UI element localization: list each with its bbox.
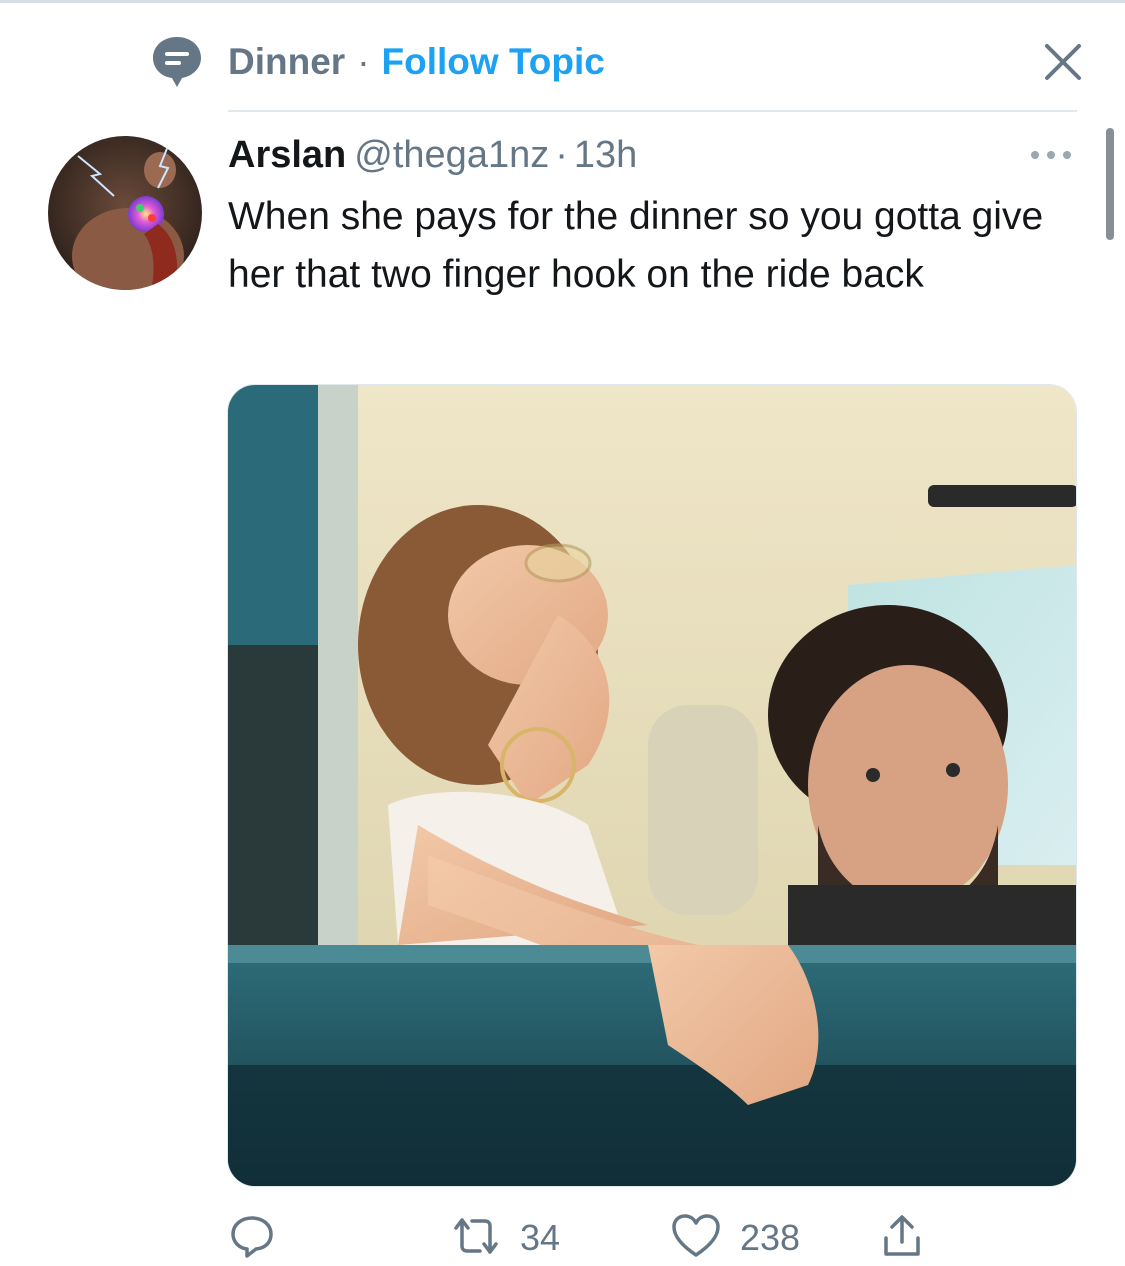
avatar[interactable] [48, 136, 202, 290]
user-handle[interactable]: @thega1nz [354, 134, 549, 176]
follow-topic-button[interactable]: Follow Topic [382, 41, 605, 82]
timestamp[interactable]: 13h [574, 134, 637, 176]
retweet-button[interactable]: 34 [450, 1210, 560, 1266]
topic-separator: · [357, 41, 370, 82]
top-border [0, 0, 1125, 3]
close-icon[interactable] [1041, 40, 1085, 84]
display-name[interactable]: Arslan [228, 134, 346, 176]
tweet-header: Arslan @thega1nz · 13h [228, 132, 637, 178]
like-button[interactable]: 238 [670, 1210, 800, 1266]
more-dots-icon[interactable] [1026, 142, 1076, 168]
retweet-count: 34 [520, 1217, 561, 1258]
topic-speech-bubble-icon [150, 34, 204, 90]
reply-button[interactable] [228, 1210, 294, 1266]
retweet-icon [450, 1212, 502, 1265]
topic-header: Dinner · Follow Topic [150, 34, 1085, 92]
topic-divider [228, 110, 1077, 112]
topic-label: Dinner · Follow Topic [228, 40, 605, 84]
scrollbar-thumb[interactable] [1106, 128, 1114, 240]
share-icon [878, 1212, 926, 1265]
reply-icon [228, 1212, 276, 1265]
tweet-text: When she pays for the dinner so you gott… [228, 195, 1044, 296]
share-button[interactable] [878, 1210, 926, 1266]
topic-name[interactable]: Dinner [228, 41, 345, 82]
tweet-actions: 34 238 [228, 1210, 988, 1266]
tweet-photo[interactable] [227, 384, 1077, 1187]
meta-separator: · [555, 134, 568, 176]
heart-icon [670, 1212, 722, 1265]
like-count: 238 [740, 1217, 801, 1258]
